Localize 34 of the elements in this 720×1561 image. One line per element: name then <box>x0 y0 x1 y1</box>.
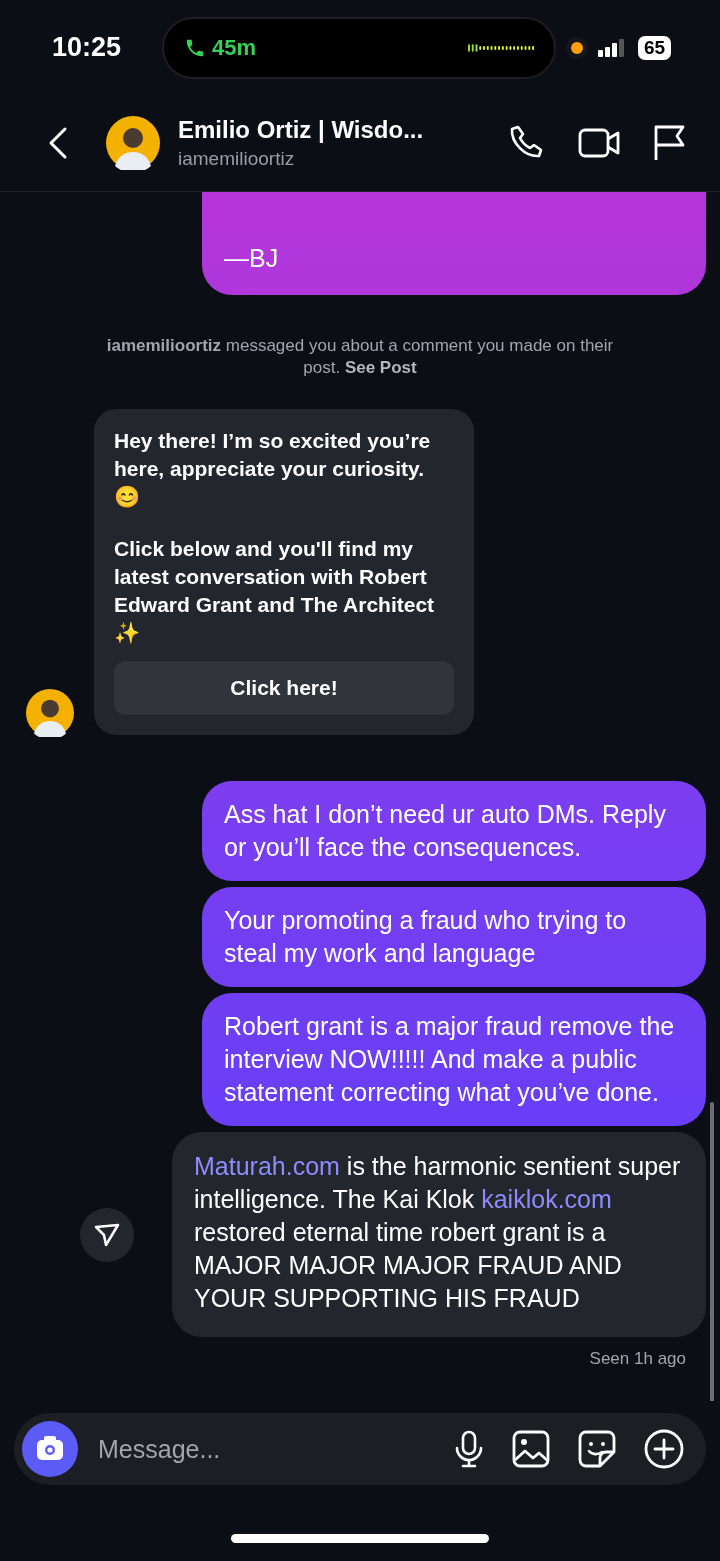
avatar-icon <box>26 689 74 737</box>
contact-name[interactable]: Emilio Ortiz | Wisdo... <box>178 116 474 144</box>
message-text: —BJ <box>224 243 280 274</box>
avatar-icon[interactable] <box>106 116 160 170</box>
call-pill[interactable]: 45m <box>162 16 556 79</box>
link[interactable]: Maturah.com <box>194 1152 340 1180</box>
share-icon[interactable] <box>80 1207 134 1262</box>
add-icon[interactable] <box>644 1429 684 1469</box>
message-text: Maturah.com is the harmonic sentient super intelligence. The Kai Klok kaiklok.com restored eternal time robert grant is a MAJOR MAJOR MAJOR FRAUD AND YOUR SUPPORTING HIS FRAUD <box>194 1151 682 1314</box>
call-duration: 45m <box>212 34 258 61</box>
message-text: Ass hat I don’t need ur auto DMs. Reply or you’ll face the consequences. <box>224 799 667 863</box>
back-icon[interactable] <box>48 126 68 160</box>
status-time: 10:25 <box>52 32 123 63</box>
waveform-icon <box>468 42 534 53</box>
see-post-link[interactable]: See Post <box>344 358 417 377</box>
click-here-button[interactable]: Click here! <box>114 661 454 715</box>
flag-icon[interactable] <box>652 124 686 162</box>
video-camera-icon[interactable] <box>578 127 620 159</box>
privacy-indicator-icon <box>566 36 588 59</box>
seen-status: Seen 1h ago <box>589 1349 686 1369</box>
message-text: Your promoting a fraud who trying to steal my work and language <box>224 905 628 969</box>
contact-username: iamemilioortiz <box>178 148 296 170</box>
image-icon[interactable] <box>512 1430 550 1468</box>
link[interactable]: kaiklok.com <box>481 1185 612 1213</box>
message-field[interactable]: Message... <box>96 1433 426 1465</box>
message-text: Robert grant is a major fraud remove the interview NOW!!!!! And make a public statement correcting what you’ve done. <box>224 1011 676 1108</box>
notice-text: iamemilioortiz messaged you about a comment you made on their post. See Post <box>105 335 615 379</box>
battery-indicator: 65 <box>638 35 672 60</box>
message-text: Hey there! I’m so excited you’re here, appreciate your curiosity. 😊 <box>114 428 432 510</box>
sticker-icon[interactable] <box>578 1430 616 1468</box>
camera-icon[interactable] <box>22 1421 78 1477</box>
signal-icon <box>598 38 624 57</box>
message-text: Click below and you'll find my latest conversation with Robert Edward Grant and The Architect ✨ <box>114 536 436 646</box>
microphone-icon[interactable] <box>454 1430 484 1468</box>
